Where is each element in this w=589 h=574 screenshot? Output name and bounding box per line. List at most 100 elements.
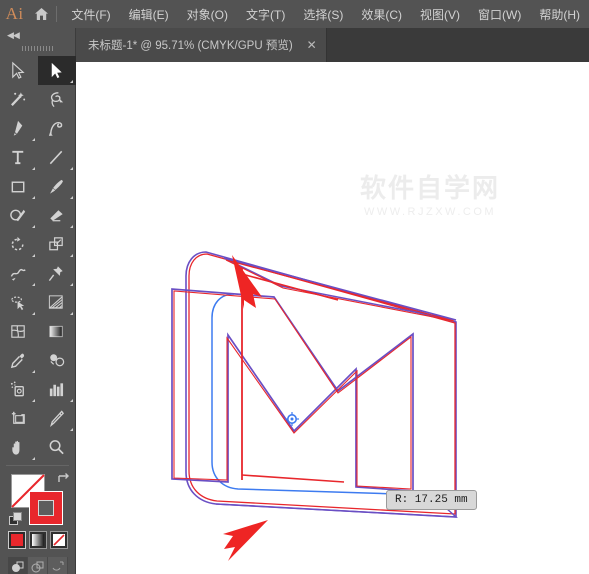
tool-flyout-indicator[interactable] [69, 399, 73, 402]
magic-wand-icon [11, 92, 26, 106]
shape-builder-icon [11, 296, 25, 311]
stroke-swatch-inner [38, 500, 54, 516]
measurement-tooltip: R: 17.25 mm [386, 490, 477, 510]
gradient-tool[interactable] [38, 317, 76, 346]
panel-drag-handle[interactable] [0, 42, 75, 54]
tool-flyout-indicator[interactable] [31, 196, 35, 199]
artboard-canvas[interactable]: 软件自学网 WWW.RJZXW.COM R: 17.25 mm [76, 62, 589, 574]
type-tool[interactable] [0, 143, 38, 172]
gradient-swatch-icon [32, 534, 44, 546]
menu-view[interactable]: 视图(V) [411, 0, 469, 28]
hand-tool[interactable] [0, 433, 38, 462]
swap-fill-stroke-icon[interactable] [57, 472, 70, 490]
tool-flyout-indicator[interactable] [69, 428, 73, 431]
document-tab-label: 未标题-1* @ 95.71% (CMYK/GPU 预览) [88, 40, 293, 52]
none-mode-button[interactable] [50, 531, 68, 549]
menu-effect[interactable]: 效果(C) [352, 0, 411, 28]
stroke-swatch[interactable] [29, 491, 63, 525]
document-tab[interactable]: 未标题-1* @ 95.71% (CMYK/GPU 预览) ✕ [76, 28, 327, 62]
draw-behind-button[interactable] [28, 557, 48, 574]
lasso-icon [50, 92, 64, 108]
shaper-tool[interactable] [0, 201, 38, 230]
symbol-sprayer-tool[interactable] [0, 375, 38, 404]
color-controls: ••• [0, 469, 76, 574]
menu-items: 文件(F) 编辑(E) 对象(O) 文字(T) 选择(S) 效果(C) 视图(V) 窗口(W)… [62, 0, 589, 28]
home-icon[interactable] [29, 0, 53, 28]
curvature-tool[interactable] [38, 114, 76, 143]
rectangle-tool[interactable] [0, 172, 38, 201]
tools-panel: ◀◀ [0, 28, 76, 574]
collapse-panel-button[interactable]: ◀◀ [0, 28, 75, 42]
tool-flyout-indicator[interactable] [31, 457, 35, 460]
default-fill-stroke-icon[interactable] [9, 512, 23, 531]
draw-inside-button[interactable] [48, 557, 68, 574]
scale-icon [49, 237, 63, 251]
shape-builder-tool[interactable] [0, 288, 38, 317]
free-transform-tool[interactable] [38, 259, 76, 288]
gradient-mode-button[interactable] [29, 531, 47, 549]
mesh-tool[interactable] [0, 317, 38, 346]
lasso-tool[interactable] [38, 85, 76, 114]
menu-select[interactable]: 选择(S) [294, 0, 352, 28]
magic-wand-tool[interactable] [0, 85, 38, 114]
color-mode-button[interactable] [8, 531, 26, 549]
tool-flyout-indicator[interactable] [69, 225, 73, 228]
tool-flyout-indicator[interactable] [69, 312, 73, 315]
menu-object[interactable]: 对象(O) [178, 0, 237, 28]
tool-flyout-indicator[interactable] [31, 312, 35, 315]
menu-window[interactable]: 窗口(W) [469, 0, 530, 28]
selection-tool[interactable] [0, 56, 38, 85]
slice-knife-icon [50, 410, 65, 427]
width-tool[interactable] [0, 259, 38, 288]
draw-normal-button[interactable] [8, 557, 28, 574]
paintbrush-tool[interactable] [38, 172, 76, 201]
rotate-tool[interactable] [0, 230, 38, 259]
letter-m-original-path[interactable] [173, 290, 412, 490]
close-icon[interactable]: ✕ [307, 39, 317, 51]
tool-flyout-indicator[interactable] [69, 167, 73, 170]
tool-flyout-indicator[interactable] [31, 370, 35, 373]
tool-flyout-indicator[interactable] [31, 254, 35, 257]
artboard-tool[interactable] [0, 404, 38, 433]
bar-graph-icon [49, 383, 64, 397]
eraser-tool[interactable] [38, 201, 76, 230]
live-offset-preview-path [211, 293, 397, 495]
line-segment-tool[interactable] [38, 143, 76, 172]
blend-tool[interactable] [38, 346, 76, 375]
letter-m-path[interactable] [171, 288, 414, 492]
pen-tool[interactable] [0, 114, 38, 143]
selection-arrow-icon [12, 61, 25, 79]
tool-flyout-indicator[interactable] [69, 196, 73, 199]
shaper-pencil-icon [10, 209, 26, 222]
eyedropper-tool[interactable] [0, 346, 38, 375]
tool-flyout-indicator[interactable] [31, 283, 35, 286]
blend-icon [50, 354, 65, 367]
menu-help[interactable]: 帮助(H) [530, 0, 589, 28]
width-warp-icon [10, 268, 26, 281]
scale-tool[interactable] [38, 230, 76, 259]
tool-flyout-indicator[interactable] [69, 283, 73, 286]
perspective-grid-tool[interactable] [38, 288, 76, 317]
menu-edit[interactable]: 编辑(E) [120, 0, 178, 28]
tool-flyout-indicator[interactable] [31, 167, 35, 170]
tool-flyout-indicator[interactable] [69, 80, 73, 83]
tool-flyout-indicator[interactable] [31, 399, 35, 402]
drawing-mode-buttons [8, 557, 68, 574]
perspective-grid-icon [48, 295, 63, 309]
artwork-paths[interactable] [76, 62, 589, 574]
app-logo: Ai [5, 4, 24, 23]
menu-type[interactable]: 文字(T) [237, 0, 294, 28]
column-graph-tool[interactable] [38, 375, 76, 404]
menu-separator [55, 6, 57, 22]
paintbrush-icon [50, 179, 63, 194]
zoom-tool[interactable] [38, 433, 76, 462]
tool-flyout-indicator[interactable] [31, 138, 35, 141]
slice-tool[interactable] [38, 404, 76, 433]
direct-selection-tool[interactable] [37, 56, 76, 85]
draw-behind-icon [31, 561, 44, 572]
tool-flyout-indicator[interactable] [31, 225, 35, 228]
menu-file[interactable]: 文件(F) [62, 0, 119, 28]
tool-flyout-indicator[interactable] [69, 254, 73, 257]
solid-color-icon [11, 534, 23, 546]
direct-selection-arrow-icon [51, 62, 62, 79]
